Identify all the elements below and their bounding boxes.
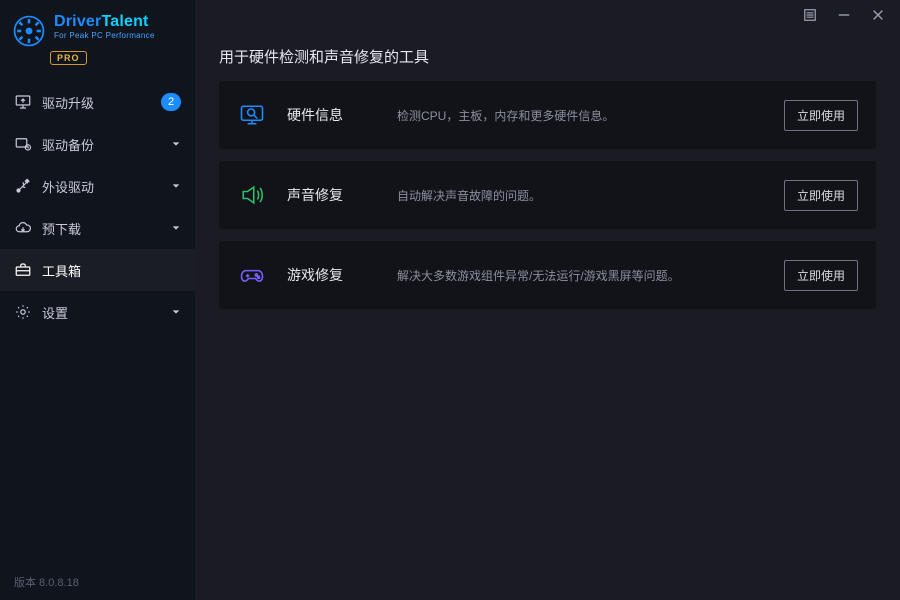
close-button[interactable] — [870, 7, 886, 23]
gamepad-icon — [237, 260, 267, 290]
tool-name: 游戏修复 — [287, 265, 377, 285]
magnifier-monitor-icon — [237, 100, 267, 130]
sidebar-item-label: 驱动升级 — [42, 93, 151, 112]
tool-desc: 检测CPU，主板，内存和更多硬件信息。 — [397, 107, 764, 124]
monitor-up-icon — [14, 93, 32, 111]
sidebar-item-label: 驱动备份 — [42, 135, 161, 154]
use-now-button[interactable]: 立即使用 — [784, 100, 858, 131]
toolbox-icon — [14, 261, 32, 279]
sidebar-item-driver-backup[interactable]: 驱动备份 — [0, 123, 195, 165]
use-now-button[interactable]: 立即使用 — [784, 180, 858, 211]
sidebar-item-toolbox[interactable]: 工具箱 — [0, 249, 195, 291]
version-label: 版本 8.0.8.18 — [14, 574, 79, 590]
sidebar: DriverTalent For Peak PC Performance PRO… — [0, 0, 195, 600]
tool-card-hardware-info: 硬件信息 检测CPU，主板，内存和更多硬件信息。 立即使用 — [219, 81, 876, 149]
minimize-button[interactable] — [836, 7, 852, 23]
sidebar-item-label: 设置 — [42, 303, 161, 322]
page-title: 用于硬件检测和声音修复的工具 — [219, 46, 900, 67]
sidebar-item-label: 工具箱 — [42, 261, 181, 280]
chevron-down-icon — [171, 139, 181, 149]
sidebar-item-settings[interactable]: 设置 — [0, 291, 195, 333]
tool-name: 声音修复 — [287, 185, 377, 205]
app-subtitle: For Peak PC Performance — [54, 32, 155, 40]
sidebar-item-label: 预下载 — [42, 219, 161, 238]
chevron-down-icon — [171, 181, 181, 191]
sidebar-item-label: 外设驱动 — [42, 177, 161, 196]
sidebar-item-peripheral-drivers[interactable]: 外设驱动 — [0, 165, 195, 207]
tool-desc: 自动解决声音故障的问题。 — [397, 187, 764, 204]
badge-count: 2 — [161, 93, 181, 111]
chevron-down-icon — [171, 223, 181, 233]
gear-icon — [14, 303, 32, 321]
logo-gear-icon — [12, 14, 46, 48]
tool-card-game-repair: 游戏修复 解决大多数游戏组件异常/无法运行/游戏黑屏等问题。 立即使用 — [219, 241, 876, 309]
app-title: DriverTalent — [54, 14, 155, 30]
tool-list: 硬件信息 检测CPU，主板，内存和更多硬件信息。 立即使用 声音修复 自动解决声… — [195, 81, 900, 309]
tool-desc: 解决大多数游戏组件异常/无法运行/游戏黑屏等问题。 — [397, 267, 764, 284]
sidebar-item-driver-upgrade[interactable]: 驱动升级 2 — [0, 81, 195, 123]
speaker-icon — [237, 180, 267, 210]
use-now-button[interactable]: 立即使用 — [784, 260, 858, 291]
sidebar-nav: 驱动升级 2 驱动备份 外设驱动 — [0, 81, 195, 333]
menu-icon[interactable] — [802, 7, 818, 23]
chevron-down-icon — [171, 307, 181, 317]
logo: DriverTalent For Peak PC Performance PRO — [0, 0, 195, 71]
usb-icon — [14, 177, 32, 195]
pro-badge: PRO — [50, 51, 87, 65]
window-titlebar — [195, 0, 900, 30]
tool-card-sound-repair: 声音修复 自动解决声音故障的问题。 立即使用 — [219, 161, 876, 229]
main: 用于硬件检测和声音修复的工具 硬件信息 检测CPU，主板，内存和更多硬件信息。 … — [195, 0, 900, 600]
sidebar-item-pre-download[interactable]: 预下载 — [0, 207, 195, 249]
tool-name: 硬件信息 — [287, 105, 377, 125]
cloud-download-icon — [14, 219, 32, 237]
clock-restore-icon — [14, 135, 32, 153]
